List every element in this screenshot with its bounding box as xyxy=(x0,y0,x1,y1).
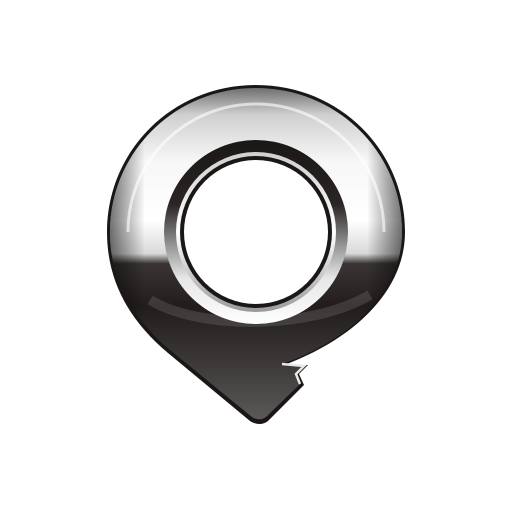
logo-canvas xyxy=(0,0,512,512)
location-pin-icon xyxy=(107,85,405,424)
inner-hole xyxy=(184,160,328,304)
